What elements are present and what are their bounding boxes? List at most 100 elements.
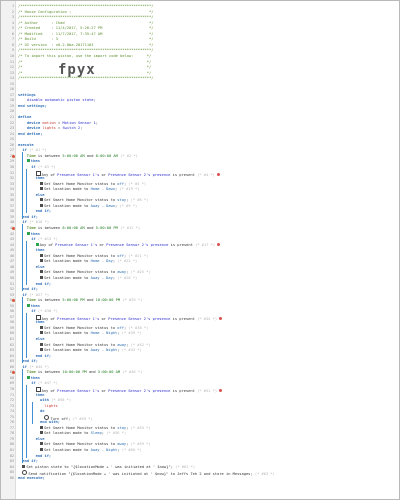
- code-line[interactable]: Set Smart Home Monitor status to off; (*…: [40, 325, 148, 331]
- code-line[interactable]: /* Author : Chad */: [18, 21, 153, 26]
- code-line[interactable]: if (* #27 *): [22, 293, 49, 298]
- code-line[interactable]: end if;: [22, 215, 38, 220]
- line-number: 8: [11, 42, 14, 47]
- code-line[interactable]: disable automatic piston state;: [18, 98, 96, 103]
- code-line[interactable]: then: [36, 248, 45, 253]
- code-line[interactable]: /* Modified : 11/7/2017, 7:35:47 AM */: [18, 32, 153, 37]
- code-line[interactable]: end if;: [22, 287, 38, 292]
- code-line[interactable]: end if;: [36, 354, 52, 359]
- code-line[interactable]: Time is between 5:00:00 AM and 8:00:00 A…: [27, 154, 138, 159]
- code-line[interactable]: Set Smart Home Monitor status to away; (…: [40, 270, 151, 275]
- code-line[interactable]: Set Smart Home Monitor status to away; (…: [40, 342, 151, 348]
- piston-code-editor[interactable]: 1 2 3 4 5 6 7 8 9 10 11 12 13 14 15 16 17 18 19 20 21 22 23 24 2…: [0, 0, 400, 500]
- code-line[interactable]: then: [26, 375, 40, 381]
- code-line[interactable]: then: [36, 393, 45, 398]
- code-line[interactable]: execute: [18, 143, 34, 148]
- code-line[interactable]: /* To import this piston, use the import…: [18, 54, 151, 59]
- code-line[interactable]: if (* #10 *): [22, 220, 49, 225]
- code-line[interactable]: else: [36, 437, 45, 442]
- code-line[interactable]: else: [36, 265, 45, 270]
- code-line[interactable]: define: [18, 115, 31, 120]
- code-line[interactable]: if (* #1 *): [22, 148, 46, 153]
- code-line[interactable]: Set location mode to Home - Day; (* #22 …: [40, 259, 137, 264]
- code-line[interactable]: end if;: [36, 282, 52, 287]
- code-line[interactable]: device lights = Switch 2;: [18, 126, 83, 131]
- code-line[interactable]: Set location mode to Away - Dawn; (* #9 …: [40, 203, 137, 209]
- code-line[interactable]: lights: [44, 404, 57, 409]
- code-line[interactable]: then: [36, 320, 45, 325]
- warning-icon: [219, 388, 223, 392]
- code-line[interactable]: if (* #47 *): [31, 381, 58, 386]
- code-line[interactable]: Send notification "{$locationMode + ' wa…: [22, 470, 275, 476]
- code-line[interactable]: /* Build : 3 */: [18, 37, 153, 42]
- code-line[interactable]: Set location mode to Sleep; (* #56 *): [40, 431, 126, 436]
- line-number: 66: [9, 364, 14, 369]
- line-number: 4: [11, 20, 14, 25]
- line-number: 48: [9, 264, 14, 269]
- code-line[interactable]: else: [36, 193, 45, 198]
- breakpoint-icon[interactable]: [12, 371, 15, 375]
- code-line[interactable]: Set location mode to Home - Dawn; (* #19…: [40, 187, 139, 192]
- code-line[interactable]: Any of Presence Sensor 1's or Presence S…: [35, 242, 221, 248]
- code-line[interactable]: Any of Presence Sensor 1's or Presence S…: [35, 386, 223, 393]
- code-line[interactable]: /***************************************…: [18, 4, 153, 9]
- code-line[interactable]: /***************************************…: [18, 48, 153, 53]
- code-line[interactable]: Set Smart Home Monitor status to away; (…: [40, 442, 151, 447]
- line-number: 9: [11, 48, 14, 53]
- code-line[interactable]: Any of Presence Sensor 1's or Presence S…: [35, 170, 220, 177]
- code-line[interactable]: if (* #13 *): [31, 237, 58, 242]
- code-line[interactable]: Turn off; (* #59 *): [44, 414, 93, 421]
- code-line[interactable]: device motion = Motion Sensor 1;: [18, 121, 98, 126]
- code-line[interactable]: end if;: [22, 459, 38, 464]
- code-line[interactable]: then: [26, 303, 40, 309]
- code-line[interactable]: Set Smart Home Monitor status to stay; (…: [40, 425, 151, 431]
- line-number: 1: [11, 4, 14, 8]
- code-line[interactable]: if (* #3 *): [31, 165, 55, 170]
- code-line[interactable]: /* */: [18, 60, 151, 65]
- code-line[interactable]: Set location mode to Away - Day; (* #26 …: [40, 275, 137, 281]
- code-line[interactable]: /* House Configuration ; */: [18, 10, 153, 15]
- code-line[interactable]: then: [36, 176, 45, 181]
- code-line[interactable]: /* UI version : v0.2.0ba.20171103 */: [18, 43, 153, 48]
- breakpoint-icon[interactable]: [12, 154, 15, 158]
- code-line[interactable]: with (* #58 *): [40, 398, 71, 403]
- block-guide: [32, 402, 33, 425]
- code-line[interactable]: then: [26, 231, 40, 237]
- breakpoint-icon[interactable]: [12, 227, 15, 230]
- code-line[interactable]: Time is between 5:00:00 PM and 10:00:00 …: [27, 298, 143, 303]
- code-line[interactable]: Set Smart Home Monitor status to off; (*…: [40, 181, 146, 187]
- code-line[interactable]: if (* #30 *): [31, 309, 58, 314]
- code-line[interactable]: end with;: [40, 420, 60, 425]
- code-line[interactable]: then: [26, 159, 40, 164]
- code-line[interactable]: Set Smart Home Monitor status to stay; (…: [40, 198, 148, 203]
- code-line[interactable]: Time is between 8:00:00 AM and 5:00:00 P…: [27, 226, 140, 231]
- code-line[interactable]: end if;: [22, 359, 38, 364]
- code-line[interactable]: Set location mode to Away - Night; (* #6…: [40, 448, 142, 453]
- line-number: 50: [9, 275, 14, 280]
- code-line[interactable]: Time is between 10:00:00 PM and 5:00:00 …: [27, 370, 143, 375]
- code-line[interactable]: Set piston state to "{$locationMode + ' …: [22, 464, 195, 470]
- line-number: 76: [9, 420, 14, 425]
- code-line[interactable]: /***************************************…: [18, 76, 153, 81]
- code-line[interactable]: /***************************************…: [18, 15, 153, 20]
- code-line[interactable]: end if;: [36, 454, 52, 459]
- code-line[interactable]: Set Smart Home Monitor status to off; (*…: [40, 253, 148, 259]
- code-line[interactable]: Any of Presence Sensor 1's or Presence S…: [35, 314, 223, 321]
- breakpoint-icon[interactable]: [12, 299, 15, 303]
- code-line[interactable]: /* Created : 11/4/2017, 5:26:27 PM */: [18, 26, 153, 31]
- statement-icon: [40, 187, 43, 191]
- code-line[interactable]: Set location mode to Home - Night; (* #3…: [40, 331, 142, 336]
- code-line[interactable]: /* */: [18, 71, 151, 76]
- code-line[interactable]: Set location mode to Away - Night; (* #4…: [40, 348, 142, 353]
- line-number: 25: [9, 137, 14, 142]
- code-line[interactable]: if (* #44 *): [22, 365, 49, 370]
- statement-icon: [40, 325, 43, 329]
- code-line[interactable]: do: [40, 409, 44, 414]
- code-line[interactable]: end execute;: [18, 476, 45, 481]
- code-line[interactable]: end if;: [36, 209, 52, 214]
- code-line[interactable]: /* */: [18, 65, 151, 70]
- code-line[interactable]: else: [36, 337, 45, 342]
- code-line[interactable]: end settings;: [18, 104, 47, 109]
- code-line[interactable]: end define;: [18, 132, 42, 137]
- code-line[interactable]: settings: [18, 93, 36, 98]
